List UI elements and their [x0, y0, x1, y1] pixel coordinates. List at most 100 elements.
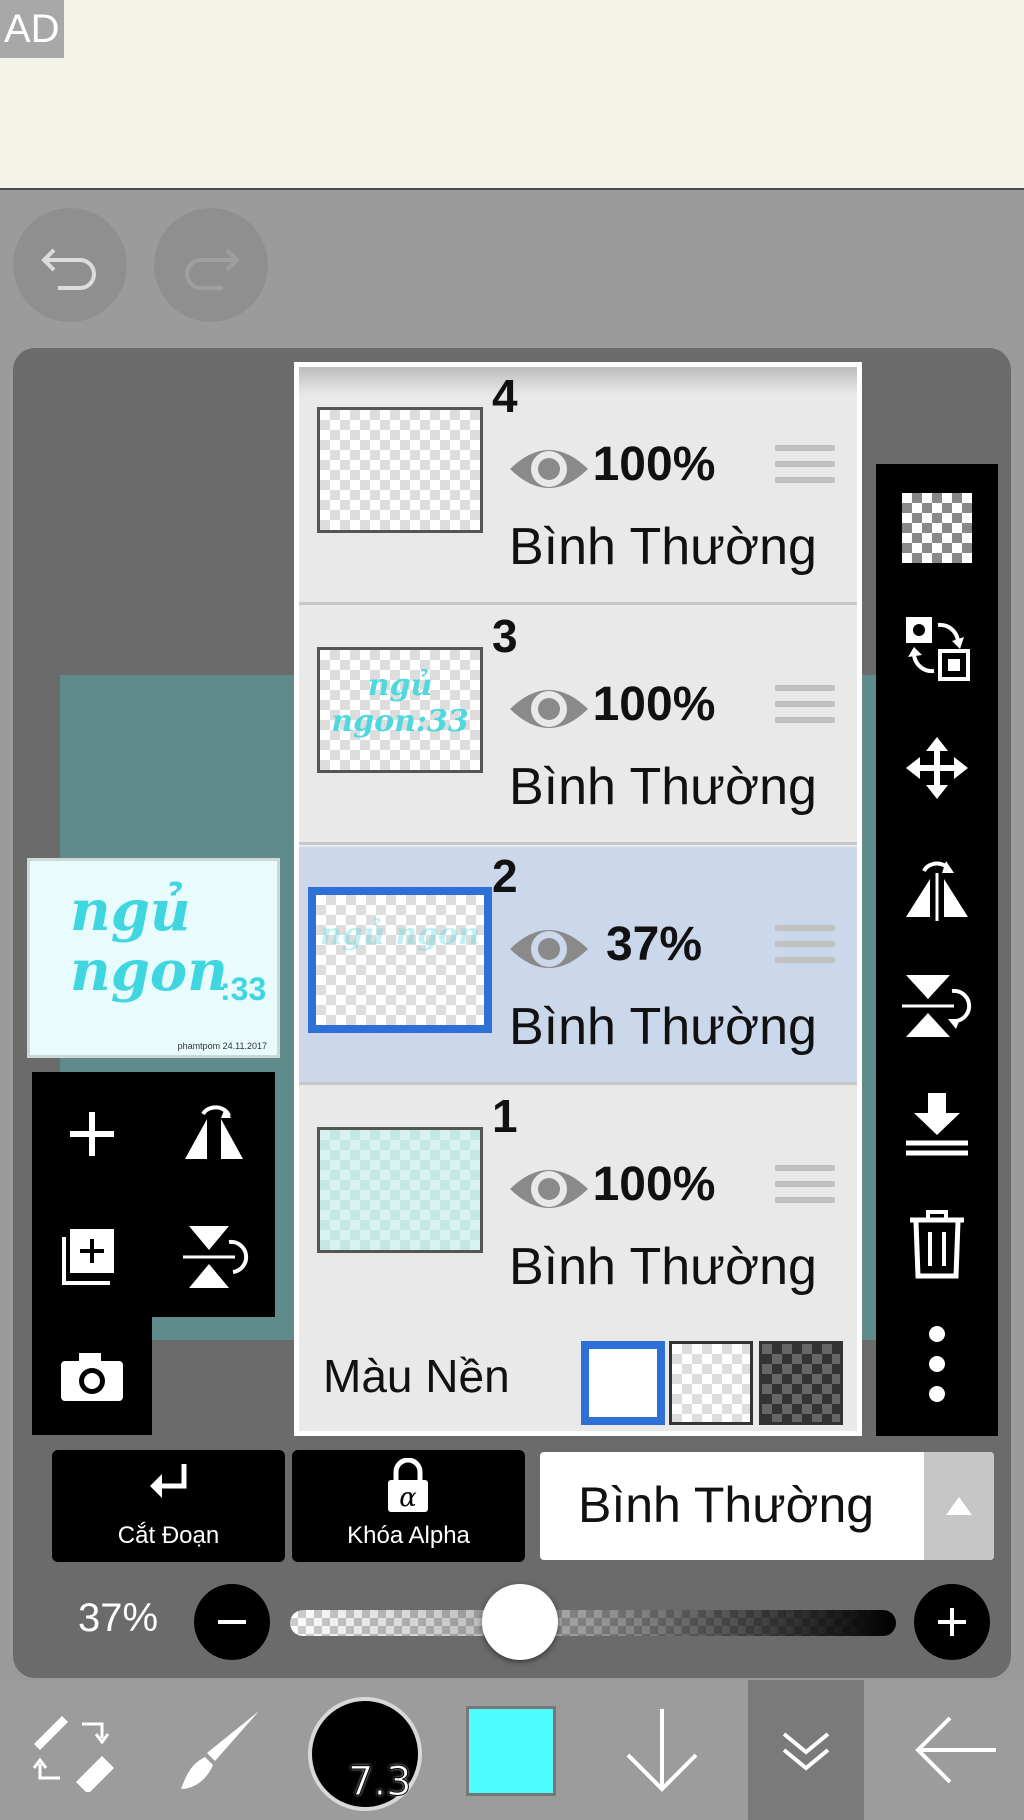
brush-tool-button[interactable] — [170, 1680, 270, 1820]
more-options-button[interactable] — [897, 1324, 977, 1404]
move-icon — [906, 737, 968, 799]
swap-layer-button[interactable] — [897, 608, 977, 688]
alpha-lock-button[interactable]: α Khóa Alpha — [292, 1450, 525, 1562]
layer-thumbnail[interactable] — [317, 1127, 483, 1253]
layer-action-panel — [32, 1072, 275, 1317]
camera-panel — [32, 1312, 152, 1435]
lock-icon: α — [388, 1458, 428, 1513]
brush-size-indicator[interactable]: 7.3 — [308, 1697, 422, 1811]
pen-eraser-swap-icon — [32, 1716, 114, 1792]
opacity-value: 37% — [78, 1596, 159, 1640]
alpha-lock-label: Khóa Alpha — [347, 1522, 470, 1549]
top-toolbar — [0, 192, 1024, 350]
ad-label: AD — [0, 0, 64, 58]
eye-icon[interactable] — [508, 437, 590, 501]
background-label: Màu Nền — [323, 1350, 510, 1402]
layer-row-3[interactable]: 3 ngủ ngon:33 100% Bình Thường — [299, 607, 857, 845]
layer-blend-mode: Bình Thường — [509, 518, 817, 576]
add-layer-button[interactable] — [52, 1094, 132, 1174]
layer-number: 4 — [492, 370, 518, 422]
checker-icon — [902, 493, 972, 563]
background-white-swatch[interactable] — [581, 1341, 665, 1425]
layer-tools-sidebar — [876, 464, 998, 1436]
drag-handle-icon[interactable] — [775, 925, 835, 975]
flip-vertical-button[interactable] — [174, 1217, 254, 1297]
more-vertical-icon — [929, 1326, 945, 1402]
layer-opacity: 37% — [605, 918, 703, 971]
opacity-slider-track[interactable] — [290, 1610, 896, 1636]
preview-credit: phamtpom 24.11.2017 — [177, 1041, 267, 1051]
redo-button[interactable] — [154, 208, 268, 322]
blend-mode-value: Bình Thường — [578, 1477, 875, 1533]
import-photo-button[interactable] — [52, 1336, 132, 1416]
eye-icon[interactable] — [508, 677, 590, 741]
swap-icon — [906, 617, 970, 681]
merge-down-button[interactable] — [897, 1084, 977, 1164]
bottom-toolbar: 7.3 — [0, 1680, 1024, 1820]
layer-number: 2 — [492, 850, 518, 902]
layer-blend-mode: Bình Thường — [509, 758, 817, 816]
brush-size-value: 7.3 — [348, 1759, 413, 1806]
canvas-preview[interactable]: ngủ ngon :33 phamtpom 24.11.2017 — [27, 858, 280, 1058]
arrow-down-icon — [626, 1709, 698, 1792]
opacity-slider-handle[interactable] — [482, 1584, 558, 1660]
merge-down-icon — [906, 1093, 968, 1156]
eye-icon[interactable] — [508, 1157, 590, 1221]
ad-banner[interactable]: AD — [0, 0, 1024, 190]
add-copy-icon — [62, 1229, 114, 1285]
layer-thumbnail[interactable]: ngủ ngon:33 — [317, 647, 483, 773]
clipping-button[interactable]: Cắt Đoạn — [52, 1450, 285, 1562]
delete-layer-button[interactable] — [897, 1204, 977, 1284]
background-dark-swatch[interactable] — [759, 1341, 843, 1425]
background-color-row: Màu Nền — [299, 1319, 857, 1431]
blend-mode-select[interactable]: Bình Thường — [540, 1452, 994, 1560]
color-picker-swatch[interactable] — [466, 1706, 556, 1796]
layer-row-2[interactable]: 2 ngủ ngon 37% Bình Thường — [299, 847, 857, 1085]
flip-vertical-icon — [183, 1226, 249, 1288]
preview-suffix: :33 — [220, 971, 267, 1007]
layer-opacity: 100% — [592, 1158, 716, 1211]
background-transparent-swatch[interactable] — [669, 1341, 753, 1425]
camera-icon — [61, 1353, 123, 1401]
undo-icon — [41, 248, 96, 290]
flip-horizontal-button[interactable] — [174, 1094, 254, 1174]
triangle-up-icon[interactable] — [924, 1452, 994, 1560]
flip-horizontal-icon — [185, 1105, 243, 1159]
move-layer-button[interactable] — [897, 728, 977, 808]
arrow-left-icon — [915, 1716, 996, 1784]
chevron-double-down-icon — [782, 1732, 830, 1771]
layer-opacity: 100% — [592, 438, 716, 491]
add-copy-layer-button[interactable] — [52, 1217, 132, 1297]
layer-blend-mode: Bình Thường — [509, 1238, 817, 1296]
layer-thumbnail[interactable] — [317, 407, 483, 533]
layer-thumbnail[interactable]: ngủ ngon — [308, 887, 492, 1033]
layers-panel: 4 100% Bình Thường 3 ngủ ngon:33 100% Bì… — [294, 362, 862, 1436]
layer-thumb-text: ngủ ngon — [320, 917, 480, 952]
drag-handle-icon[interactable] — [775, 1165, 835, 1215]
layer-number: 3 — [492, 610, 518, 662]
drag-handle-icon[interactable] — [775, 445, 835, 495]
back-button[interactable] — [900, 1680, 1010, 1820]
svg-text:α: α — [399, 1483, 417, 1513]
collapse-panel-button[interactable] — [748, 1680, 864, 1820]
eye-icon[interactable] — [508, 917, 590, 981]
flip-horizontal-icon — [906, 861, 968, 921]
tool-switch-button[interactable] — [22, 1680, 122, 1820]
redo-icon — [185, 248, 240, 290]
layer-number: 1 — [492, 1090, 518, 1142]
flip-horizontal-layer-button[interactable] — [897, 846, 977, 926]
flip-vertical-layer-button[interactable] — [897, 966, 977, 1046]
clipping-icon — [150, 1464, 187, 1498]
layer-row-4[interactable]: 4 100% Bình Thường — [299, 367, 857, 605]
layer-row-1[interactable]: 1 100% Bình Thường — [299, 1087, 857, 1325]
layer-blend-mode: Bình Thường — [509, 998, 817, 1056]
new-transparent-layer-button[interactable] — [897, 488, 977, 568]
plus-icon — [70, 1112, 114, 1156]
layer-thumb-text: ngủ ngon:33 — [331, 668, 469, 739]
undo-button[interactable] — [13, 208, 127, 322]
drag-handle-icon[interactable] — [775, 685, 835, 735]
opacity-increase-button[interactable] — [914, 1584, 990, 1660]
opacity-decrease-button[interactable] — [194, 1584, 270, 1660]
plus-icon — [938, 1608, 966, 1636]
layer-down-button[interactable] — [612, 1680, 712, 1820]
